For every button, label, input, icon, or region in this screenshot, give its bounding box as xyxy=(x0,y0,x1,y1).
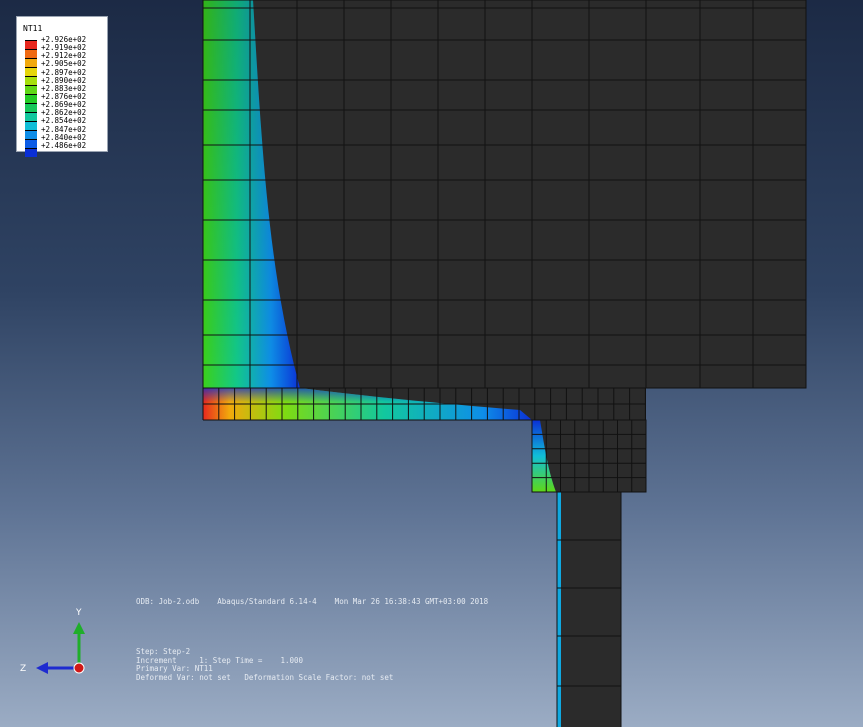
legend-title: NT11 xyxy=(23,24,43,33)
legend-swatch xyxy=(25,94,37,103)
legend-swatch xyxy=(25,121,37,130)
axis-triad: Y Z xyxy=(20,608,85,674)
mesh-model xyxy=(202,0,807,727)
step-info-block: Step: Step-2 Increment 1: Step Time = 1.0… xyxy=(136,647,394,682)
legend-swatch xyxy=(25,58,37,67)
legend-labels: +2.926e+02 +2.919e+02 +2.912e+02 +2.905e+02… xyxy=(41,35,109,150)
legend-swatch xyxy=(25,49,37,58)
z-axis-arrow xyxy=(36,662,48,674)
legend-swatch xyxy=(25,85,37,94)
odb-info-line: ODB: Job-2.odb Abaqus/Standard 6.14-4 Mo… xyxy=(136,597,489,606)
legend-label: +2.486e+02 xyxy=(41,140,87,150)
legend-swatch xyxy=(25,40,37,49)
x-axis-dot-icon xyxy=(73,662,85,674)
legend-panel: NT11 +2.926e+02 +2.919e+02 +2.912e+02 +2.90… xyxy=(16,16,109,157)
legend-color-bar xyxy=(25,40,37,157)
legend-swatch xyxy=(25,112,37,121)
z-axis-label: Z xyxy=(20,664,26,674)
legend-swatch xyxy=(25,103,37,112)
legend-swatch xyxy=(25,130,37,139)
legend-swatch xyxy=(25,76,37,85)
y-axis-arrow xyxy=(73,622,85,634)
legend-swatch xyxy=(25,67,37,76)
legend-swatch xyxy=(25,148,37,157)
viewport[interactable]: NT11 +2.926e+02 +2.919e+02 +2.912e+02 +2.90… xyxy=(0,0,863,727)
deformed-var-label: Deformed Var: not set Deformation Scale … xyxy=(136,672,394,682)
legend-swatch xyxy=(25,139,37,148)
y-axis-label: Y xyxy=(75,608,82,618)
